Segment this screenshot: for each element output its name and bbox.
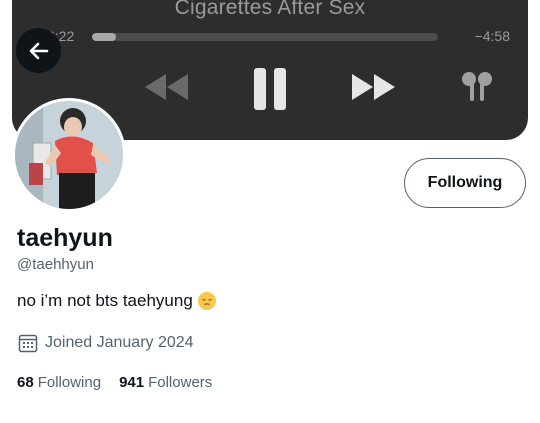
following-count: 68 — [17, 374, 34, 391]
joined-text: Joined January 2024 — [45, 334, 194, 351]
following-label: Following — [37, 374, 102, 391]
user-handle: @taehhyun — [17, 256, 94, 273]
fast-forward-icon[interactable] — [349, 72, 399, 102]
pause-icon[interactable] — [250, 66, 290, 112]
airpods-icon[interactable] — [459, 69, 495, 109]
track-title: Cigarettes After Sex — [174, 0, 366, 19]
progress-bar-fill — [92, 33, 117, 41]
followers-label: Followers — [148, 374, 213, 391]
display-name: taehyun — [17, 224, 113, 252]
calendar-icon — [18, 334, 38, 353]
followers-count: 941 — [119, 374, 145, 391]
bio-text: no i’m not bts taehyung — [17, 291, 193, 310]
following-button[interactable]: Following — [404, 158, 526, 208]
bio: no i’m not bts taehyung — [17, 291, 216, 311]
arrow-left-icon — [29, 42, 48, 59]
rewind-icon[interactable] — [142, 72, 192, 102]
followers-link[interactable]: 941 Followers — [119, 374, 212, 391]
pensive-face-emoji — [197, 292, 216, 310]
joined-date: Joined January 2024 — [18, 333, 194, 353]
progress-bar[interactable] — [92, 33, 438, 41]
follow-stats: 68 Following 941 Followers — [17, 374, 212, 391]
back-button[interactable] — [16, 28, 61, 73]
avatar[interactable] — [12, 98, 126, 212]
time-remaining: −4:58 — [474, 28, 510, 44]
following-link[interactable]: 68 Following — [17, 374, 101, 391]
